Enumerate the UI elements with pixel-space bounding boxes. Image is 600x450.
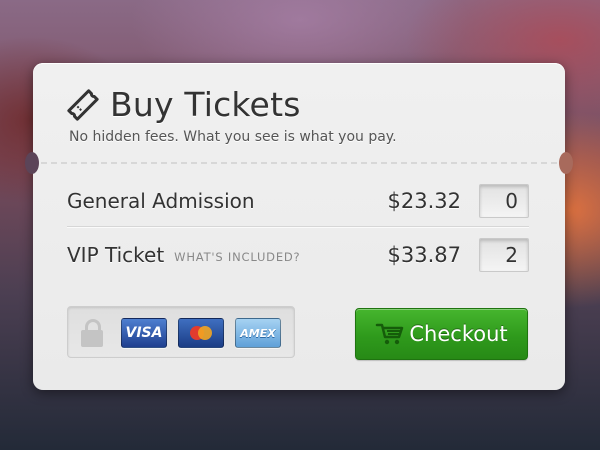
buy-tickets-card: Buy Tickets No hidden fees. What you see…	[25, 63, 573, 390]
page-title: Buy Tickets	[110, 85, 301, 124]
amex-text: AMEX	[240, 326, 276, 340]
ticket-icon	[67, 88, 99, 121]
payment-methods: VISA AMEX	[67, 306, 295, 358]
checkout-button[interactable]: Checkout	[355, 308, 528, 360]
ticket-name: General Admission	[67, 189, 255, 213]
lock-icon	[81, 319, 103, 347]
row-divider	[67, 226, 529, 228]
header: Buy Tickets	[66, 85, 301, 124]
amex-card-icon: AMEX	[235, 318, 281, 348]
quantity-input-general[interactable]	[479, 184, 529, 218]
quantity-input-vip[interactable]	[479, 238, 529, 272]
ticket-name: VIP Ticket	[67, 243, 165, 267]
visa-text: VISA	[125, 325, 163, 341]
ticket-row-general: General Admission $23.32	[67, 175, 529, 227]
ticket-row-vip: VIP Ticket WHAT'S INCLUDED? $33.87	[67, 229, 529, 281]
subtitle: No hidden fees. What you see is what you…	[69, 129, 397, 145]
ticket-price: $23.32	[387, 189, 461, 213]
perforation-divider	[41, 162, 557, 164]
ticket-notch-right	[559, 152, 573, 174]
visa-card-icon: VISA	[121, 318, 167, 348]
cart-icon	[376, 323, 404, 345]
mastercard-icon	[178, 318, 224, 348]
whats-included-link[interactable]: WHAT'S INCLUDED?	[174, 250, 300, 264]
ticket-notch-left	[25, 152, 39, 174]
ticket-price: $33.87	[387, 243, 461, 267]
checkout-label: Checkout	[409, 322, 508, 346]
